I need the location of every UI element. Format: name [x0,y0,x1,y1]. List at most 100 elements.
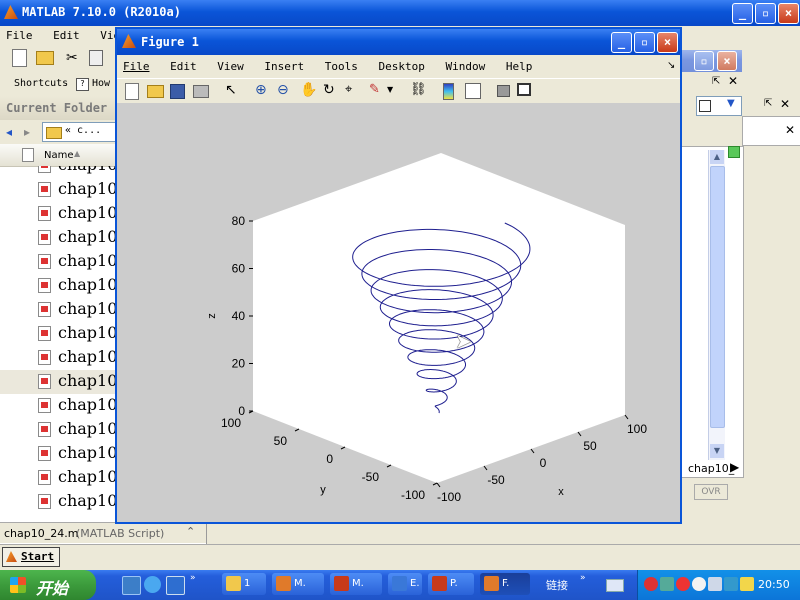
panel-undock-icon[interactable]: ⇱ [712,76,720,87]
m-file-icon [38,422,51,437]
chevron-down-icon: ▼ [727,98,735,109]
path-box[interactable]: « c... [42,122,124,142]
taskbar-button[interactable]: M. [272,573,324,595]
scroll-down-icon[interactable]: ▼ [710,444,724,458]
figure-window: Figure 1 _ ▫ × File Edit View Insert Too… [115,27,682,524]
open-file-icon[interactable] [147,85,164,98]
figure-titlebar: Figure 1 _ ▫ × [117,29,680,55]
tray-shield-icon[interactable] [660,577,674,591]
tray-usb-icon[interactable] [724,577,738,591]
fig-menu-desktop[interactable]: Desktop [379,60,425,73]
fig-menu-file[interactable]: File [123,60,150,73]
panel-dropdown[interactable]: ▼ [696,96,742,116]
fig-menu-help[interactable]: Help [506,60,533,73]
forward-arrow-icon[interactable]: ▸ [24,125,30,139]
howto-label[interactable]: How [92,78,110,89]
workspace-close-icon[interactable]: ✕ [785,123,795,137]
tray-mail-icon[interactable] [740,577,754,591]
print-figure-icon[interactable] [193,85,209,98]
new-figure-icon[interactable] [125,83,139,100]
start-button[interactable]: 开始 [0,570,96,600]
fig-menu-window[interactable]: Window [445,60,485,73]
menu-file[interactable]: File [6,29,33,42]
taskbar-button[interactable]: F. [480,573,530,595]
fig-menu-insert[interactable]: Insert [264,60,304,73]
m-file-icon [38,470,51,485]
colorbar-icon[interactable] [443,83,454,100]
matlab-start-icon [6,551,17,562]
howto-icon[interactable]: ? [76,78,89,91]
figure-maximize-button[interactable]: ▫ [634,32,655,53]
links-more-icon[interactable]: » [580,573,586,583]
tray-antivirus-icon[interactable] [676,577,690,591]
save-figure-icon[interactable] [170,84,185,99]
back-window-close-button[interactable]: × [717,51,737,71]
panel2-undock-icon[interactable]: ⇱ [764,98,772,109]
menu-edit[interactable]: Edit [53,29,80,42]
x-tick-label: 100 [627,422,647,436]
taskbar-button[interactable]: E. [388,573,422,595]
edit-plot-icon[interactable]: ↖ [225,82,243,100]
tray-network-icon[interactable] [644,577,658,591]
ql-more-icon[interactable]: » [190,573,196,583]
tray-display-icon[interactable] [708,577,722,591]
clock[interactable]: 20:50 [758,578,790,591]
details-file-name: chap10_24.m [4,527,79,540]
panel2-close-icon[interactable]: ✕ [780,97,790,111]
pan-icon[interactable]: ✋ [300,82,318,100]
close-button[interactable]: × [778,3,799,24]
figure-canvas: -100 -50 0 50 100 -100 -50 0 50 100 0 20 40 60 80 x y … [117,103,680,522]
shortcuts-label[interactable]: Shortcuts [14,78,68,89]
matlab-window-title: MATLAB 7.10.0 (R2010a) [22,5,181,19]
vertical-scrollbar[interactable]: ▲ ▼ [708,150,725,460]
right-list-arrow-icon[interactable]: ▶ [730,460,739,474]
taskbar-button[interactable]: P. [428,573,474,595]
zoom-in-icon[interactable]: ⊕ [255,82,273,100]
menubar-dock-arrow-icon[interactable]: ↘ [667,60,675,71]
brush-dropdown-icon[interactable]: ▼ [387,85,405,103]
z-tick-label: 0 [238,404,245,418]
minimize-button[interactable]: _ [732,3,753,24]
fig-menu-edit[interactable]: Edit [170,60,197,73]
back-window-maximize-button[interactable]: ▫ [694,51,714,71]
back-arrow-icon[interactable]: ◂ [6,125,12,139]
new-file-icon[interactable] [12,49,27,67]
details-collapse-icon[interactable]: ⌃ [186,525,195,538]
scroll-up-icon[interactable]: ▲ [710,150,724,164]
rotate-3d-icon[interactable]: ↻ [323,82,341,100]
legend-icon[interactable] [465,83,481,99]
ql-desktop-icon[interactable] [122,576,141,595]
data-cursor-icon[interactable]: ⌖ [345,82,363,100]
scroll-thumb[interactable] [710,166,725,428]
taskbar-button[interactable]: M. [330,573,382,595]
maximize-button[interactable]: ▫ [755,3,776,24]
ql-ie-icon[interactable] [144,576,161,593]
y-tick-label: 100 [221,416,241,430]
panel-close-icon[interactable]: ✕ [728,74,738,88]
m-file-icon [38,278,51,293]
taskbar-button[interactable]: 1 [222,573,266,595]
show-plot-tools-icon[interactable] [517,83,531,96]
copy-icon[interactable] [89,50,103,66]
ql-explorer-icon[interactable] [166,576,185,595]
brush-icon[interactable]: ✎ [369,82,387,100]
fig-menu-view[interactable]: View [217,60,244,73]
zoom-out-icon[interactable]: ⊖ [277,82,295,100]
y-tick-mark [340,446,346,450]
links-label[interactable]: 链接 [546,577,568,593]
matlab-start-button[interactable]: Start [2,547,60,567]
sort-up-icon: ▲ [74,149,81,158]
taskbar-button-label: F. [502,578,510,589]
link-plot-icon[interactable]: ⛓ [410,82,428,100]
hide-plot-tools-icon[interactable] [497,85,510,97]
keyboard-icon[interactable] [606,579,624,592]
figure-close-button[interactable]: × [657,32,678,53]
right-list-item[interactable]: chap10_ [688,462,734,475]
open-folder-icon[interactable] [36,51,54,65]
tray-sync-icon[interactable] [692,577,706,591]
cut-icon[interactable]: ✂ [66,49,84,67]
matlab-start-label: Start [21,550,55,563]
fig-menu-tools[interactable]: Tools [325,60,358,73]
figure-minimize-button[interactable]: _ [611,32,632,53]
name-header: Name [44,150,74,161]
